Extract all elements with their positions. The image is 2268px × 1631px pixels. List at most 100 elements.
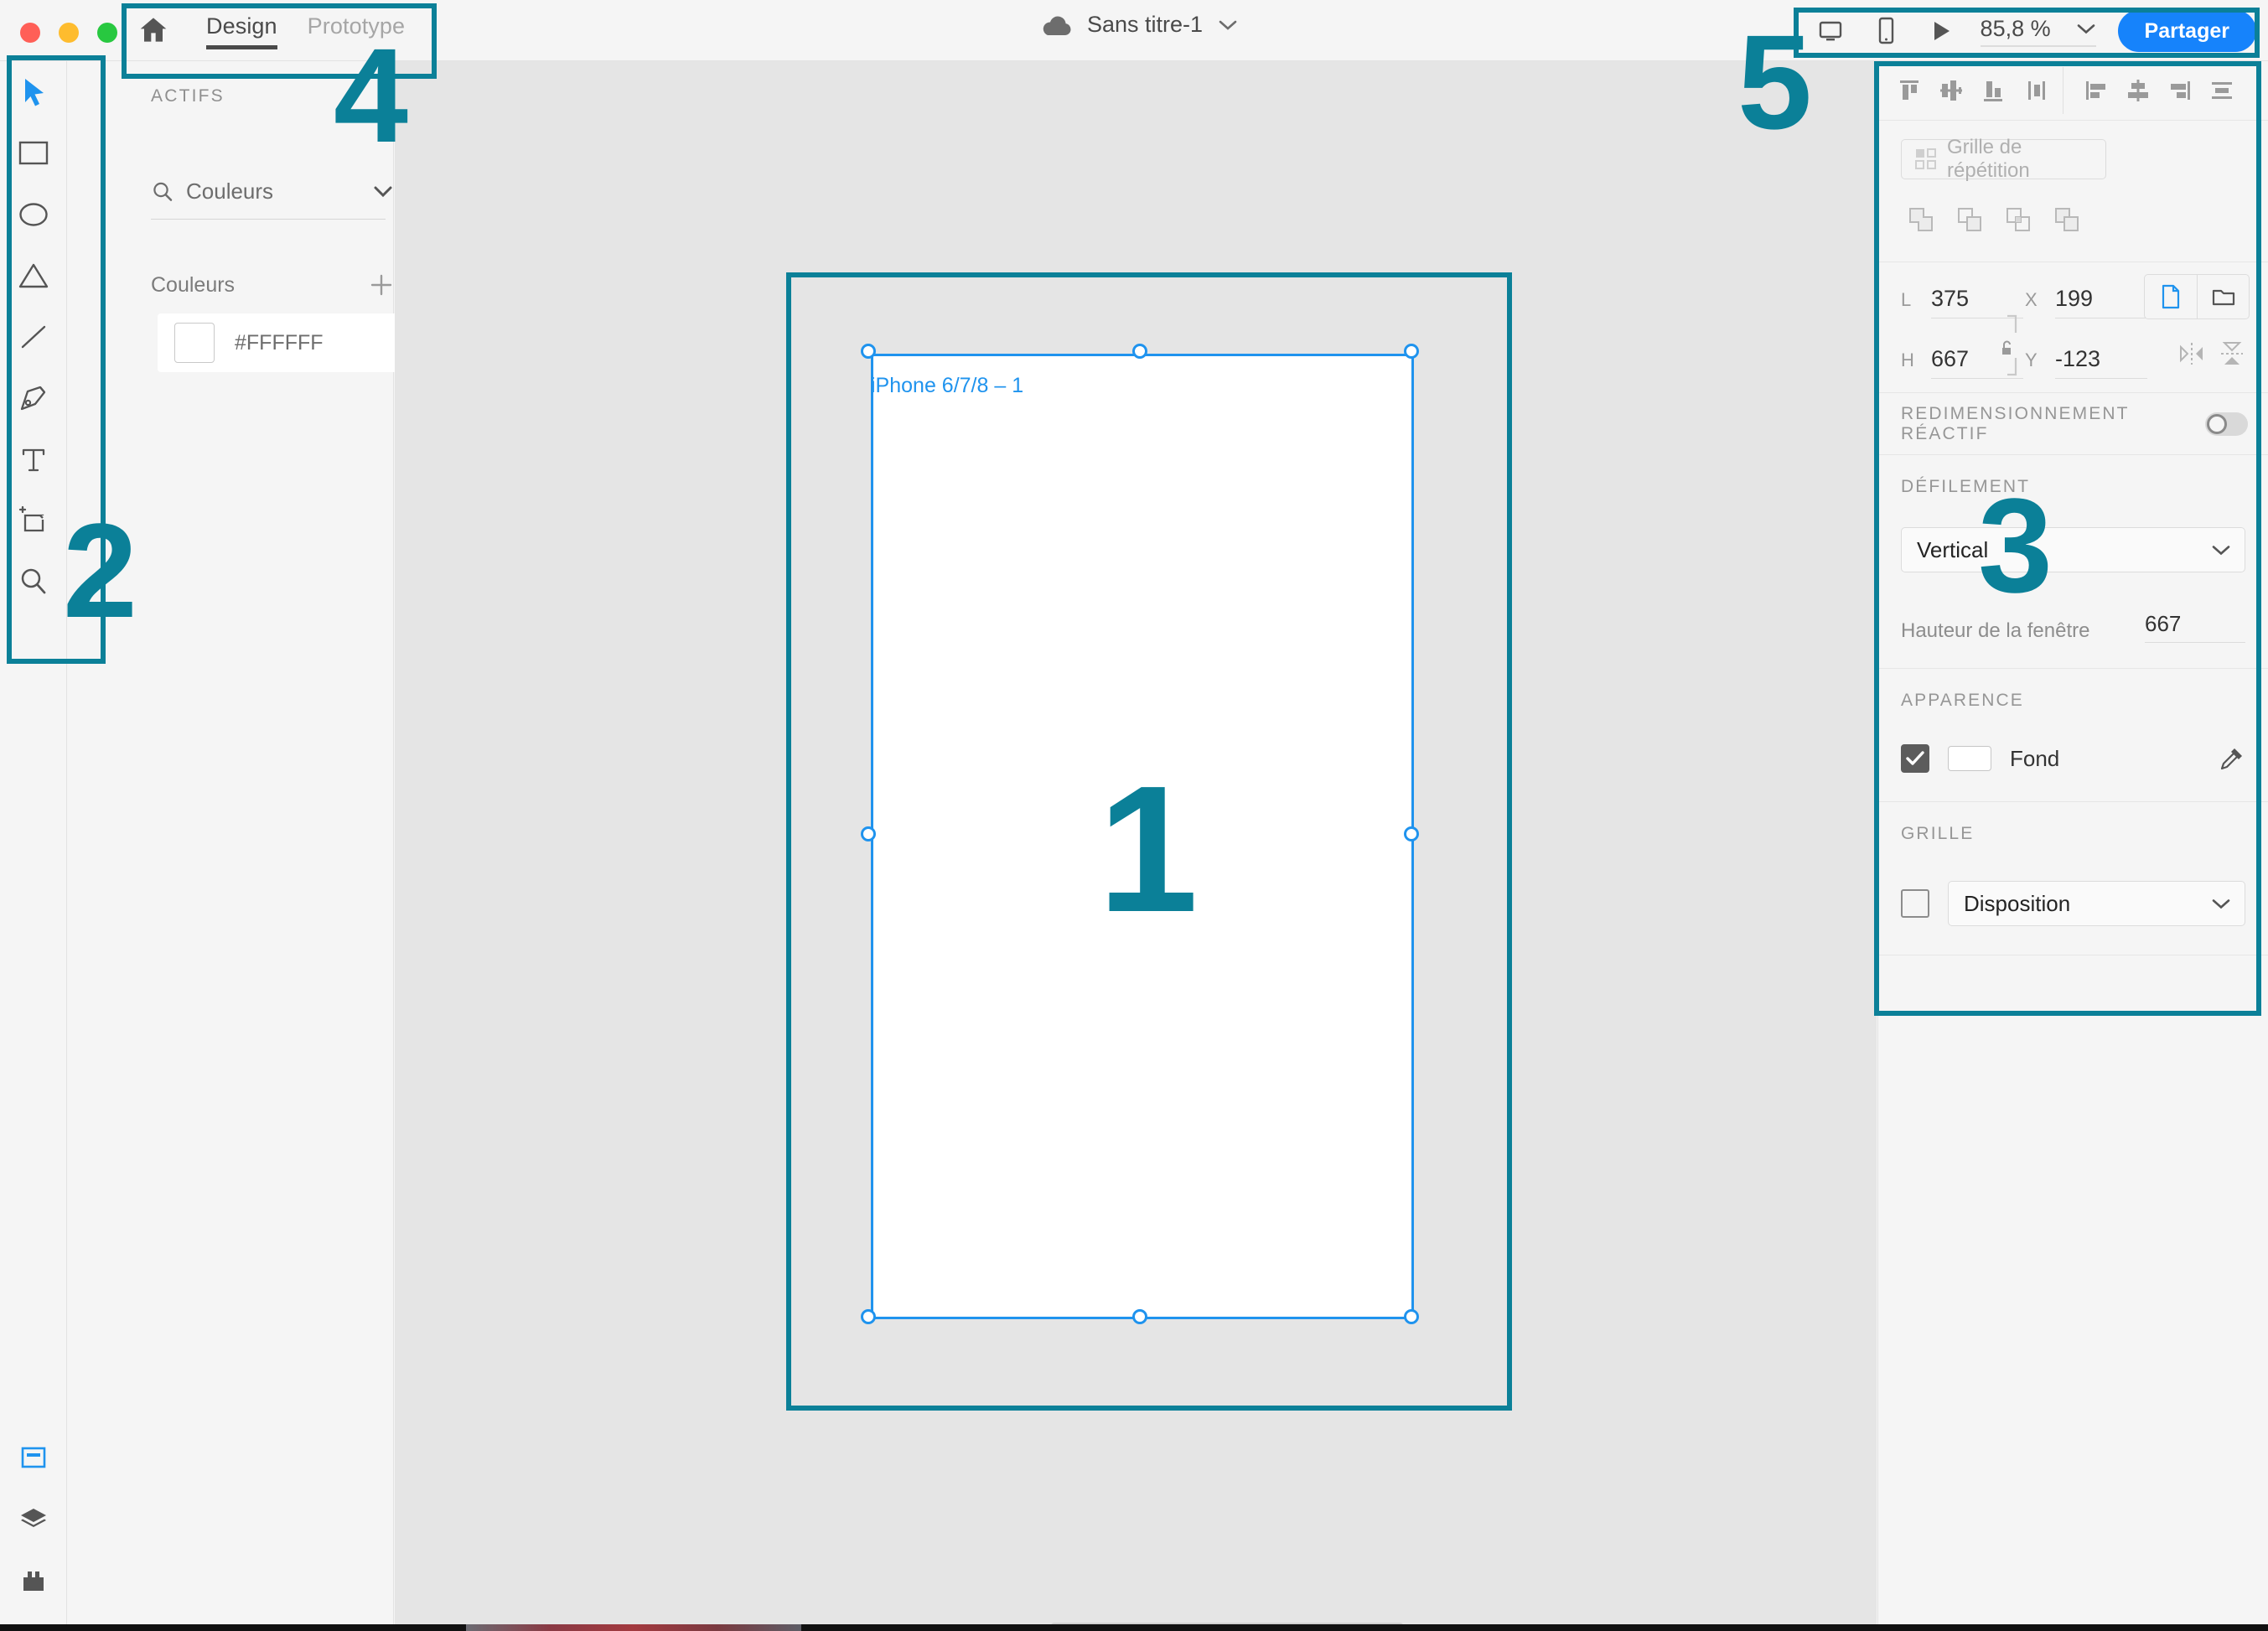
plugins-panel-toggle[interactable] bbox=[0, 1550, 67, 1611]
search-underline bbox=[151, 219, 386, 220]
rectangle-tool[interactable] bbox=[0, 122, 67, 184]
select-tool[interactable] bbox=[0, 61, 67, 122]
chevron-down-icon bbox=[2211, 544, 2231, 557]
responsive-resize-row: REDIMENSIONNEMENT RÉACTIF bbox=[1878, 393, 2268, 455]
align-horizontal-group bbox=[2063, 67, 2243, 114]
resize-handle-bottom-right[interactable] bbox=[1404, 1309, 1419, 1324]
chevron-down-icon[interactable] bbox=[372, 184, 394, 199]
boolean-add-icon[interactable] bbox=[1901, 199, 1941, 240]
flip-vertical-icon[interactable] bbox=[2218, 339, 2246, 368]
y-label: Y bbox=[2025, 350, 2038, 370]
align-bottom-icon[interactable] bbox=[1972, 67, 2014, 114]
align-right-icon[interactable] bbox=[2159, 67, 2201, 114]
unlocked-icon[interactable] bbox=[1996, 311, 2019, 380]
line-tool[interactable] bbox=[0, 306, 67, 367]
window-height-row[interactable]: Hauteur de la fenêtre 667 bbox=[1901, 611, 2245, 643]
tab-prototype[interactable]: Prototype bbox=[293, 8, 420, 53]
tab-design[interactable]: Design bbox=[191, 8, 293, 53]
polygon-tool[interactable] bbox=[0, 245, 67, 306]
plus-icon[interactable] bbox=[369, 272, 394, 298]
grid-type-dropdown[interactable]: Disposition bbox=[1948, 881, 2245, 926]
text-tool[interactable] bbox=[0, 428, 67, 489]
repeat-grid-icon bbox=[1915, 148, 1937, 170]
search-icon bbox=[151, 180, 174, 204]
zoom-tool[interactable] bbox=[0, 551, 67, 612]
y-input[interactable]: -123 bbox=[2055, 346, 2147, 379]
colors-section-header: Couleurs bbox=[151, 272, 394, 298]
boolean-exclude-icon[interactable] bbox=[2047, 199, 2087, 240]
align-vertical-center-icon[interactable] bbox=[1930, 67, 1972, 114]
play-icon[interactable] bbox=[1913, 8, 1969, 54]
assets-panel-toggle[interactable] bbox=[0, 1427, 67, 1489]
zoom-window-button[interactable] bbox=[97, 23, 117, 43]
resize-handle-top-center[interactable] bbox=[1132, 344, 1147, 359]
align-horizontal-center-icon[interactable] bbox=[2117, 67, 2159, 114]
scrolling-dropdown[interactable]: Vertical bbox=[1901, 527, 2245, 572]
scrolling-section: DÉFILEMENT Vertical Hauteur de la fenêtr… bbox=[1878, 455, 2268, 669]
resize-handle-top-left[interactable] bbox=[861, 344, 876, 359]
resize-handle-bottom-center[interactable] bbox=[1132, 1309, 1147, 1324]
align-left-icon[interactable] bbox=[2075, 67, 2117, 114]
boolean-subtract-icon[interactable] bbox=[1950, 199, 1990, 240]
eyedropper-icon[interactable] bbox=[2219, 745, 2245, 772]
artboard-tool[interactable] bbox=[0, 489, 67, 551]
color-swatch bbox=[174, 323, 215, 363]
minimize-window-button[interactable] bbox=[59, 23, 79, 43]
dimensions-section: L 375 H 667 X 199 Y -123 bbox=[1878, 262, 2268, 393]
fit-to-content-icon[interactable] bbox=[2197, 275, 2249, 318]
boolean-intersect-icon[interactable] bbox=[1998, 199, 2038, 240]
grid-label: GRILLE bbox=[1901, 824, 1975, 843]
fill-label: Fond bbox=[2010, 745, 2060, 771]
chevron-down-icon bbox=[2211, 898, 2231, 910]
cloud-icon bbox=[1040, 13, 1072, 37]
x-field[interactable]: X 199 bbox=[2025, 286, 2147, 318]
flip-horizontal-icon[interactable] bbox=[2177, 339, 2206, 368]
window-height-input[interactable]: 667 bbox=[2145, 611, 2245, 643]
top-right-controls: 85,8 % Partager bbox=[1803, 8, 2256, 54]
appearance-section: APPARENCE Fond bbox=[1878, 669, 2268, 802]
color-hex-label: #FFFFFF bbox=[235, 330, 324, 355]
document-title-area[interactable]: Sans titre-1 bbox=[1040, 12, 1238, 38]
home-icon[interactable] bbox=[137, 13, 170, 47]
distribute-horizontal-icon[interactable] bbox=[2201, 67, 2243, 114]
canvas-area[interactable]: iPhone 6/7/8 – 1 bbox=[395, 61, 1877, 1631]
resize-handle-top-right[interactable] bbox=[1404, 344, 1419, 359]
assets-panel-title: ACTIFS bbox=[151, 86, 225, 106]
assets-search-field[interactable]: Couleurs bbox=[151, 179, 394, 220]
align-vertical-group bbox=[1888, 67, 2063, 114]
layers-panel-toggle[interactable] bbox=[0, 1489, 67, 1550]
xd-application-window: Design Prototype Sans titre-1 85,8 % Par… bbox=[0, 0, 2268, 1631]
repeat-grid-button[interactable]: Grille de répétition bbox=[1901, 136, 2106, 182]
fill-checkbox[interactable] bbox=[1901, 744, 1929, 773]
pen-tool[interactable] bbox=[0, 367, 67, 428]
chevron-down-icon[interactable] bbox=[2076, 23, 2096, 35]
responsive-resize-toggle[interactable] bbox=[2205, 412, 2248, 436]
height-label: H bbox=[1901, 350, 1914, 370]
resize-handle-bottom-left[interactable] bbox=[861, 1309, 876, 1324]
assets-search-value: Couleurs bbox=[186, 179, 274, 204]
share-button[interactable]: Partager bbox=[2117, 10, 2256, 52]
close-window-button[interactable] bbox=[20, 23, 40, 43]
mobile-preview-icon[interactable] bbox=[1858, 8, 1913, 54]
distribute-vertical-icon[interactable] bbox=[2014, 67, 2056, 114]
grid-checkbox[interactable] bbox=[1901, 889, 1929, 918]
selection-outline bbox=[871, 354, 1414, 1319]
tab-prototype-label: Prototype bbox=[307, 13, 406, 39]
scrolling-label: DÉFILEMENT bbox=[1901, 477, 2031, 496]
left-toolbar bbox=[0, 61, 67, 1631]
fit-to-artboard-icon[interactable] bbox=[2145, 275, 2197, 318]
y-field[interactable]: Y -123 bbox=[2025, 346, 2147, 379]
resize-handle-middle-left[interactable] bbox=[861, 826, 876, 841]
resize-handle-middle-right[interactable] bbox=[1404, 826, 1419, 841]
x-input[interactable]: 199 bbox=[2055, 286, 2147, 318]
zoom-level-field[interactable]: 85,8 % bbox=[1980, 16, 2096, 47]
boolean-operations-group bbox=[1901, 199, 2268, 240]
bottom-strip-thumbnail bbox=[466, 1624, 801, 1631]
fill-color-swatch[interactable] bbox=[1948, 746, 1991, 771]
align-toolbar bbox=[1878, 61, 2268, 121]
chevron-down-icon[interactable] bbox=[1218, 18, 1238, 32]
align-top-icon[interactable] bbox=[1888, 67, 1930, 114]
ellipse-tool[interactable] bbox=[0, 184, 67, 245]
window-height-label: Hauteur de la fenêtre bbox=[1901, 619, 2090, 642]
desktop-preview-icon[interactable] bbox=[1803, 8, 1858, 54]
